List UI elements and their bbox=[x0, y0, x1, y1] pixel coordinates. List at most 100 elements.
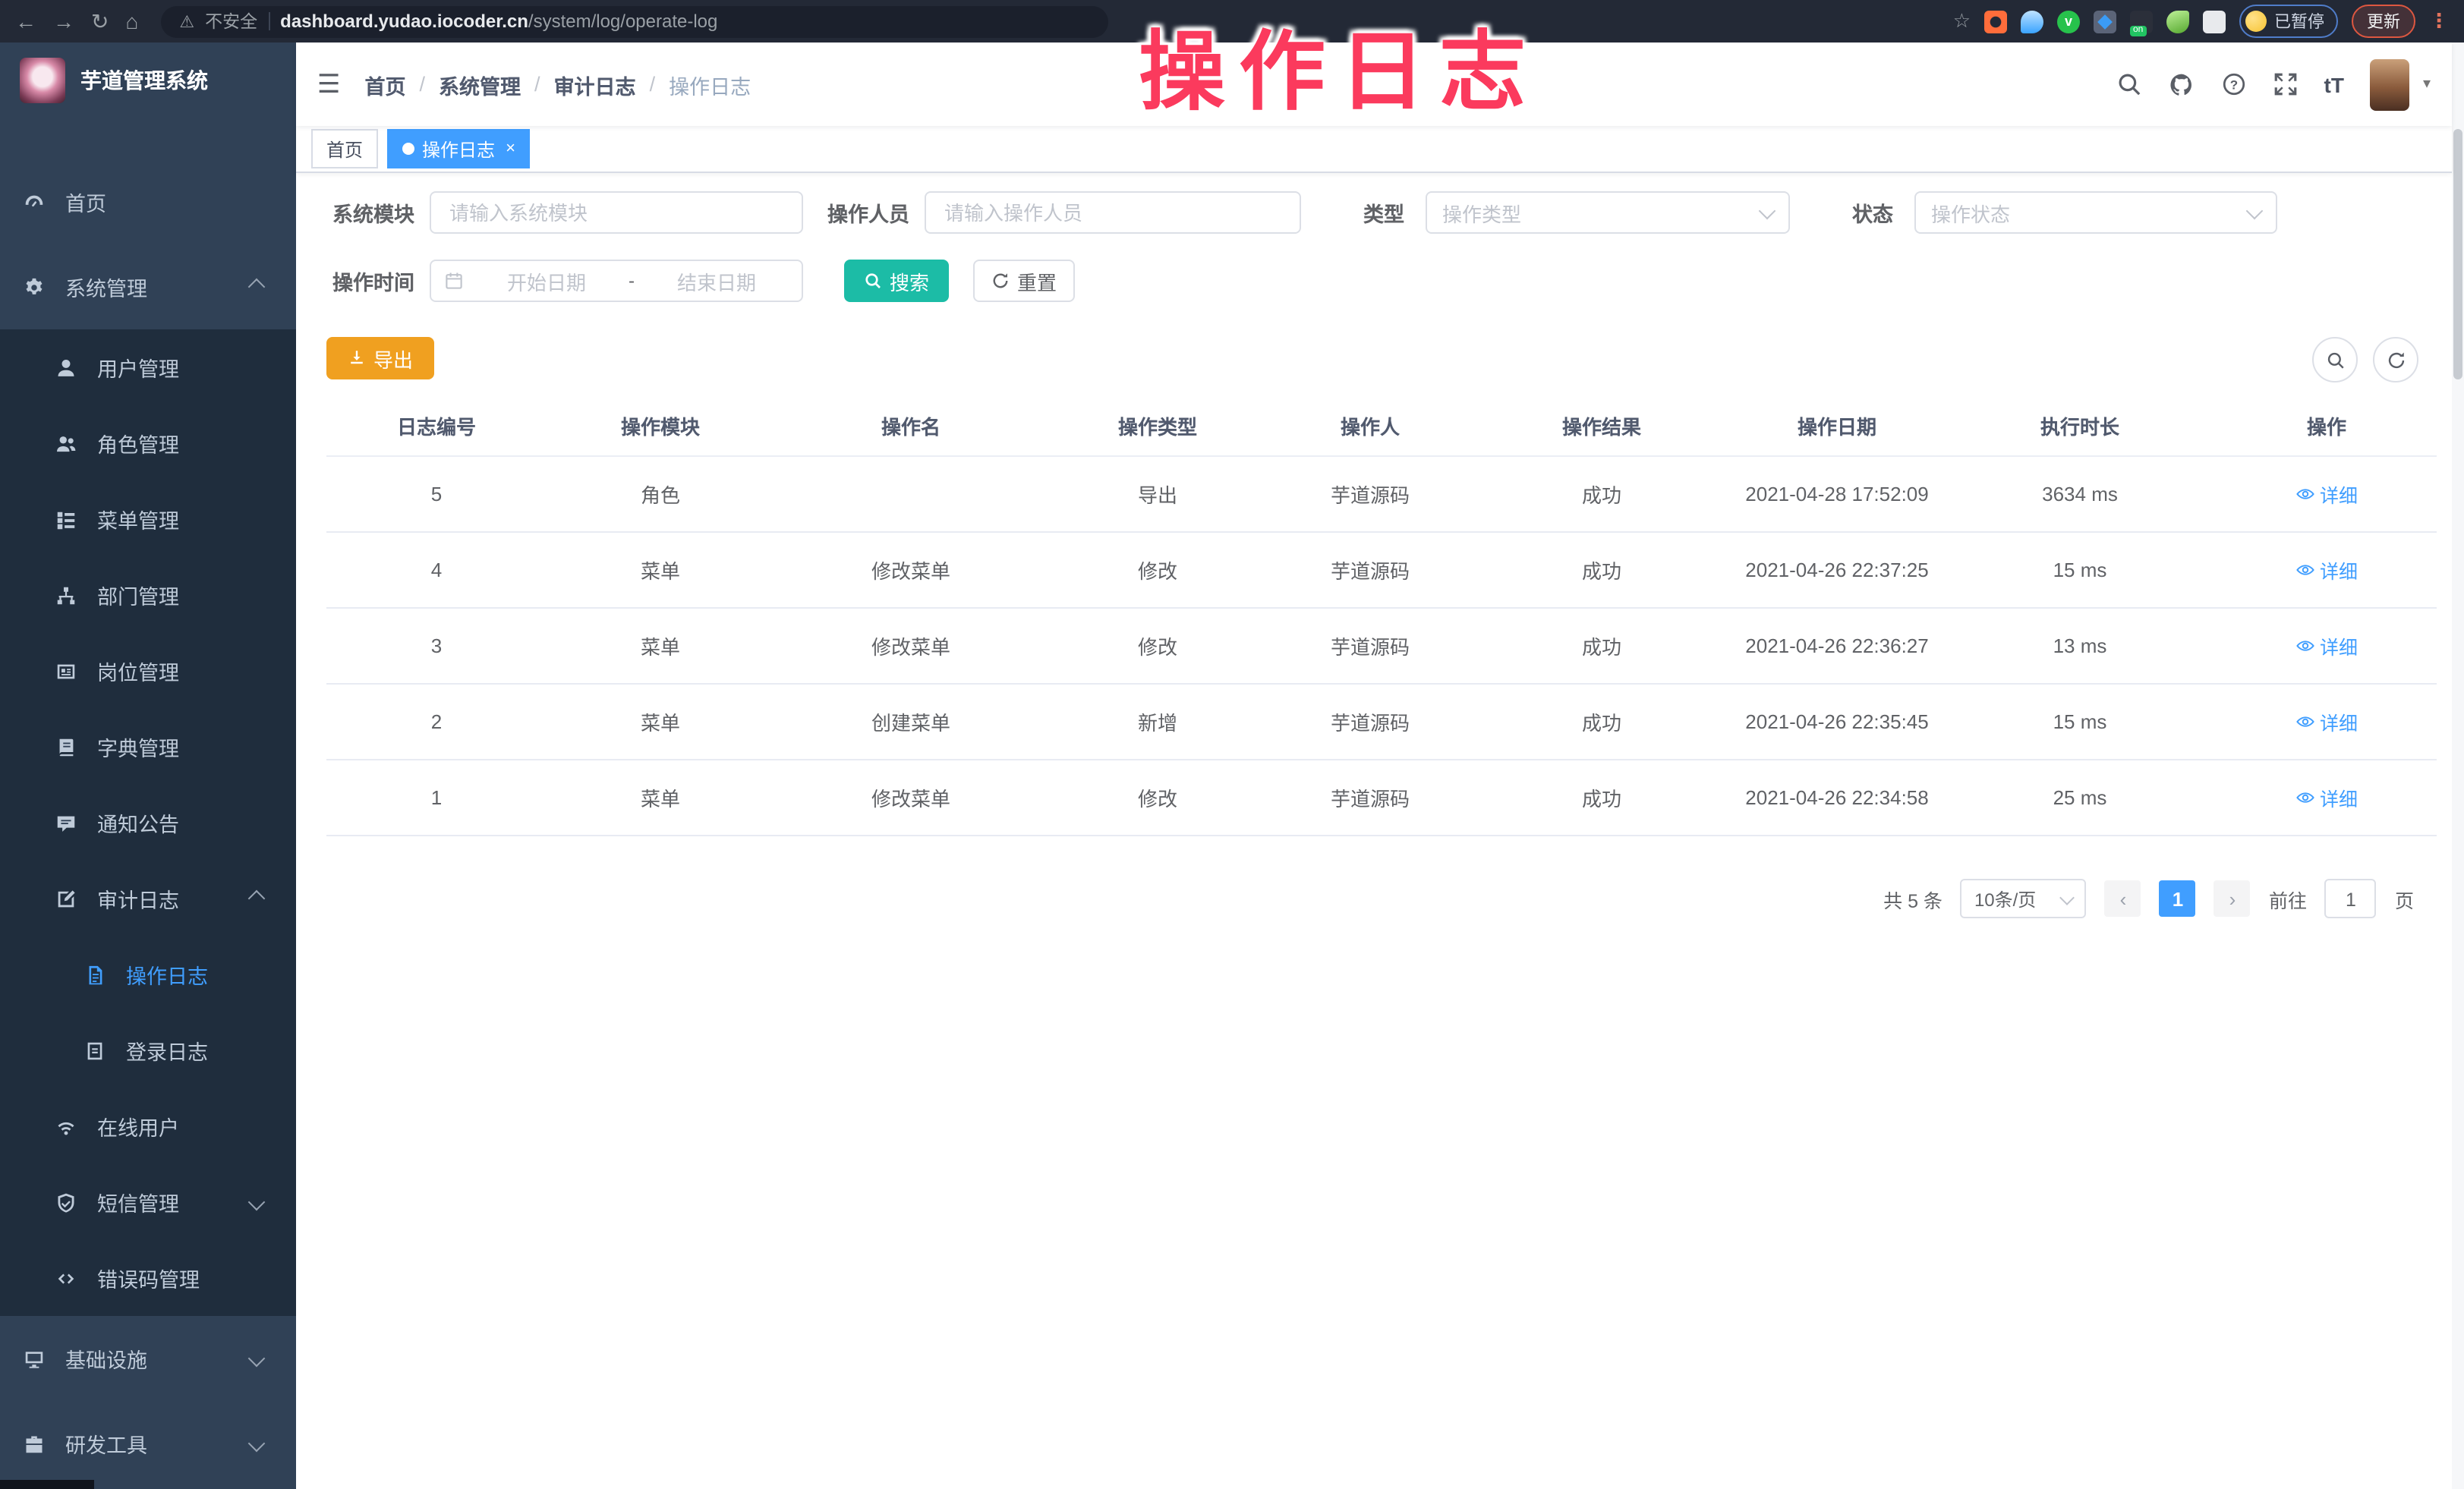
sidebar-item-login-log[interactable]: 登录日志 bbox=[0, 1012, 296, 1088]
window-scrollbar bbox=[2452, 42, 2464, 1489]
toggle-search-button[interactable] bbox=[2312, 337, 2358, 382]
detail-link[interactable]: 详细 bbox=[2295, 783, 2358, 812]
role-icon bbox=[55, 432, 77, 455]
detail-link[interactable]: 详细 bbox=[2295, 556, 2358, 584]
detail-link[interactable]: 详细 bbox=[2295, 631, 2358, 660]
table-cell: 创建菜单 bbox=[774, 707, 1048, 736]
tree-icon bbox=[55, 584, 77, 606]
table-cell: 新增 bbox=[1048, 707, 1268, 736]
refresh-table-button[interactable] bbox=[2373, 337, 2418, 382]
page-size-select[interactable]: 10条/页 bbox=[1961, 879, 2087, 918]
sidebar-item-post-management[interactable]: 岗位管理 bbox=[0, 633, 296, 709]
chevron-down-icon bbox=[1759, 202, 1776, 219]
extension-icon[interactable] bbox=[2166, 10, 2189, 33]
sidebar-item-label: 错误码管理 bbox=[97, 1263, 200, 1293]
extension-icon[interactable] bbox=[2094, 10, 2116, 33]
extension-icon[interactable]: v bbox=[2057, 10, 2080, 33]
breadcrumb-separator: / bbox=[534, 73, 540, 96]
sidebar-item-sms-management[interactable]: 短信管理 bbox=[0, 1164, 296, 1240]
code-icon bbox=[55, 1267, 77, 1289]
sidebar-item-system-management[interactable]: 系统管理 bbox=[0, 244, 296, 329]
detail-link[interactable]: 详细 bbox=[2295, 707, 2358, 736]
sidebar-item-notice[interactable]: 通知公告 bbox=[0, 785, 296, 861]
table-body: 5角色导出芋道源码成功2021-04-28 17:52:093634 ms详细4… bbox=[326, 457, 2437, 836]
sidebar-item-operate-log[interactable]: 操作日志 bbox=[0, 937, 296, 1012]
browser-menu-icon[interactable]: ⋮ bbox=[2429, 9, 2449, 33]
sidebar-item-infrastructure[interactable]: 基础设施 bbox=[0, 1316, 296, 1401]
scrollbar-thumb[interactable] bbox=[2453, 129, 2462, 379]
prev-page-button[interactable]: ‹ bbox=[2105, 880, 2141, 917]
status-select[interactable]: 操作状态 bbox=[1914, 191, 2277, 234]
fullscreen-icon[interactable] bbox=[2273, 71, 2299, 97]
sidebar-item-label: 基础设施 bbox=[65, 1343, 147, 1374]
profile-paused-chip[interactable]: 已暂停 bbox=[2239, 5, 2338, 38]
table-cell: 成功 bbox=[1473, 631, 1731, 660]
sidebar-item-home[interactable]: 首页 bbox=[0, 159, 296, 244]
date-range-picker[interactable]: 开始日期 - 结束日期 bbox=[430, 260, 803, 302]
reload-icon[interactable]: ↻ bbox=[91, 11, 109, 32]
operator-input-field[interactable] bbox=[941, 200, 1284, 225]
security-label: 不安全 bbox=[205, 9, 257, 33]
home-icon[interactable]: ⌂ bbox=[125, 11, 138, 32]
module-input-field[interactable] bbox=[446, 200, 786, 225]
sidebar-item-dict-management[interactable]: 字典管理 bbox=[0, 709, 296, 785]
tag-operate-log[interactable]: 操作日志× bbox=[387, 129, 531, 168]
bookmark-star-icon[interactable]: ☆ bbox=[1953, 9, 1971, 33]
table-cell: 修改 bbox=[1048, 783, 1268, 812]
extension-icon[interactable] bbox=[1984, 10, 2007, 33]
docs-help-icon[interactable]: ? bbox=[2221, 71, 2247, 97]
table-cell: 2021-04-26 22:37:25 bbox=[1731, 559, 1943, 581]
tag-home[interactable]: 首页 bbox=[311, 129, 378, 168]
type-select[interactable]: 操作类型 bbox=[1426, 191, 1790, 234]
github-icon[interactable] bbox=[2168, 71, 2195, 98]
sidebar-item-dev-tool[interactable]: 研发工具 bbox=[0, 1401, 296, 1486]
sidebar-item-user-management[interactable]: 用户管理 bbox=[0, 329, 296, 405]
module-input[interactable] bbox=[430, 191, 803, 234]
reset-button[interactable]: 重置 bbox=[973, 260, 1075, 302]
sidebar-item-online-user[interactable]: 在线用户 bbox=[0, 1088, 296, 1164]
goto-page-input[interactable]: 1 bbox=[2325, 879, 2377, 918]
sidebar-item-audit-log[interactable]: 审计日志 bbox=[0, 861, 296, 937]
time-label: 操作时间 bbox=[326, 266, 414, 296]
sidebar-item-label: 短信管理 bbox=[97, 1187, 179, 1217]
address-bar[interactable]: ⚠ 不安全 dashboard.yudao.iocoder.cn/system/… bbox=[161, 5, 1108, 37]
detail-link[interactable]: 详细 bbox=[2295, 480, 2358, 508]
sidebar-item-menu-management[interactable]: 菜单管理 bbox=[0, 481, 296, 557]
app-logo[interactable]: 芋道管理系统 bbox=[0, 42, 296, 118]
url-text: dashboard.yudao.iocoder.cn/system/log/op… bbox=[280, 11, 717, 32]
sidebar-item-dept-management[interactable]: 部门管理 bbox=[0, 557, 296, 633]
extension-icon[interactable] bbox=[2021, 10, 2043, 33]
chrome-update-button[interactable]: 更新 bbox=[2352, 5, 2415, 38]
caret-down-icon[interactable]: ▾ bbox=[2423, 76, 2431, 93]
operator-input[interactable] bbox=[925, 191, 1301, 234]
logo-image bbox=[20, 58, 65, 103]
start-date-placeholder: 开始日期 bbox=[474, 266, 619, 295]
browser-status-strip bbox=[0, 1480, 94, 1489]
range-separator: - bbox=[629, 270, 635, 291]
browser-actions: ☆ v on 已暂停 更新 ⋮ bbox=[1953, 5, 2449, 38]
sidebar-item-role-management[interactable]: 角色管理 bbox=[0, 405, 296, 481]
search-icon[interactable] bbox=[2116, 71, 2142, 97]
column-header: 操作 bbox=[2217, 411, 2437, 439]
extensions-puzzle-icon[interactable] bbox=[2203, 10, 2226, 33]
table-cell: 2021-04-26 22:35:45 bbox=[1731, 710, 1943, 733]
extension-icon[interactable]: on bbox=[2130, 10, 2153, 33]
export-button[interactable]: 导出 bbox=[326, 337, 434, 379]
operator-label: 操作人员 bbox=[821, 197, 909, 228]
page-1-button[interactable]: 1 bbox=[2160, 880, 2196, 917]
sidebar-item-error-code-management[interactable]: 错误码管理 bbox=[0, 1240, 296, 1316]
breadcrumb-home[interactable]: 首页 bbox=[365, 69, 406, 99]
forward-icon[interactable]: → bbox=[53, 11, 74, 32]
breadcrumb-system[interactable]: 系统管理 bbox=[439, 69, 521, 99]
next-page-button[interactable]: › bbox=[2214, 880, 2251, 917]
hamburger-icon[interactable]: ☰ bbox=[317, 69, 341, 99]
user-avatar[interactable] bbox=[2370, 58, 2409, 110]
back-icon[interactable]: ← bbox=[15, 11, 36, 32]
font-size-icon[interactable]: tT bbox=[2324, 72, 2344, 96]
close-icon[interactable]: × bbox=[506, 140, 515, 158]
breadcrumb-audit-log[interactable]: 审计日志 bbox=[554, 69, 636, 99]
search-button[interactable]: 搜索 bbox=[844, 260, 949, 302]
sidebar-item-label: 审计日志 bbox=[97, 883, 179, 914]
table-cell: 修改菜单 bbox=[774, 631, 1048, 660]
table-cell: 成功 bbox=[1473, 783, 1731, 812]
